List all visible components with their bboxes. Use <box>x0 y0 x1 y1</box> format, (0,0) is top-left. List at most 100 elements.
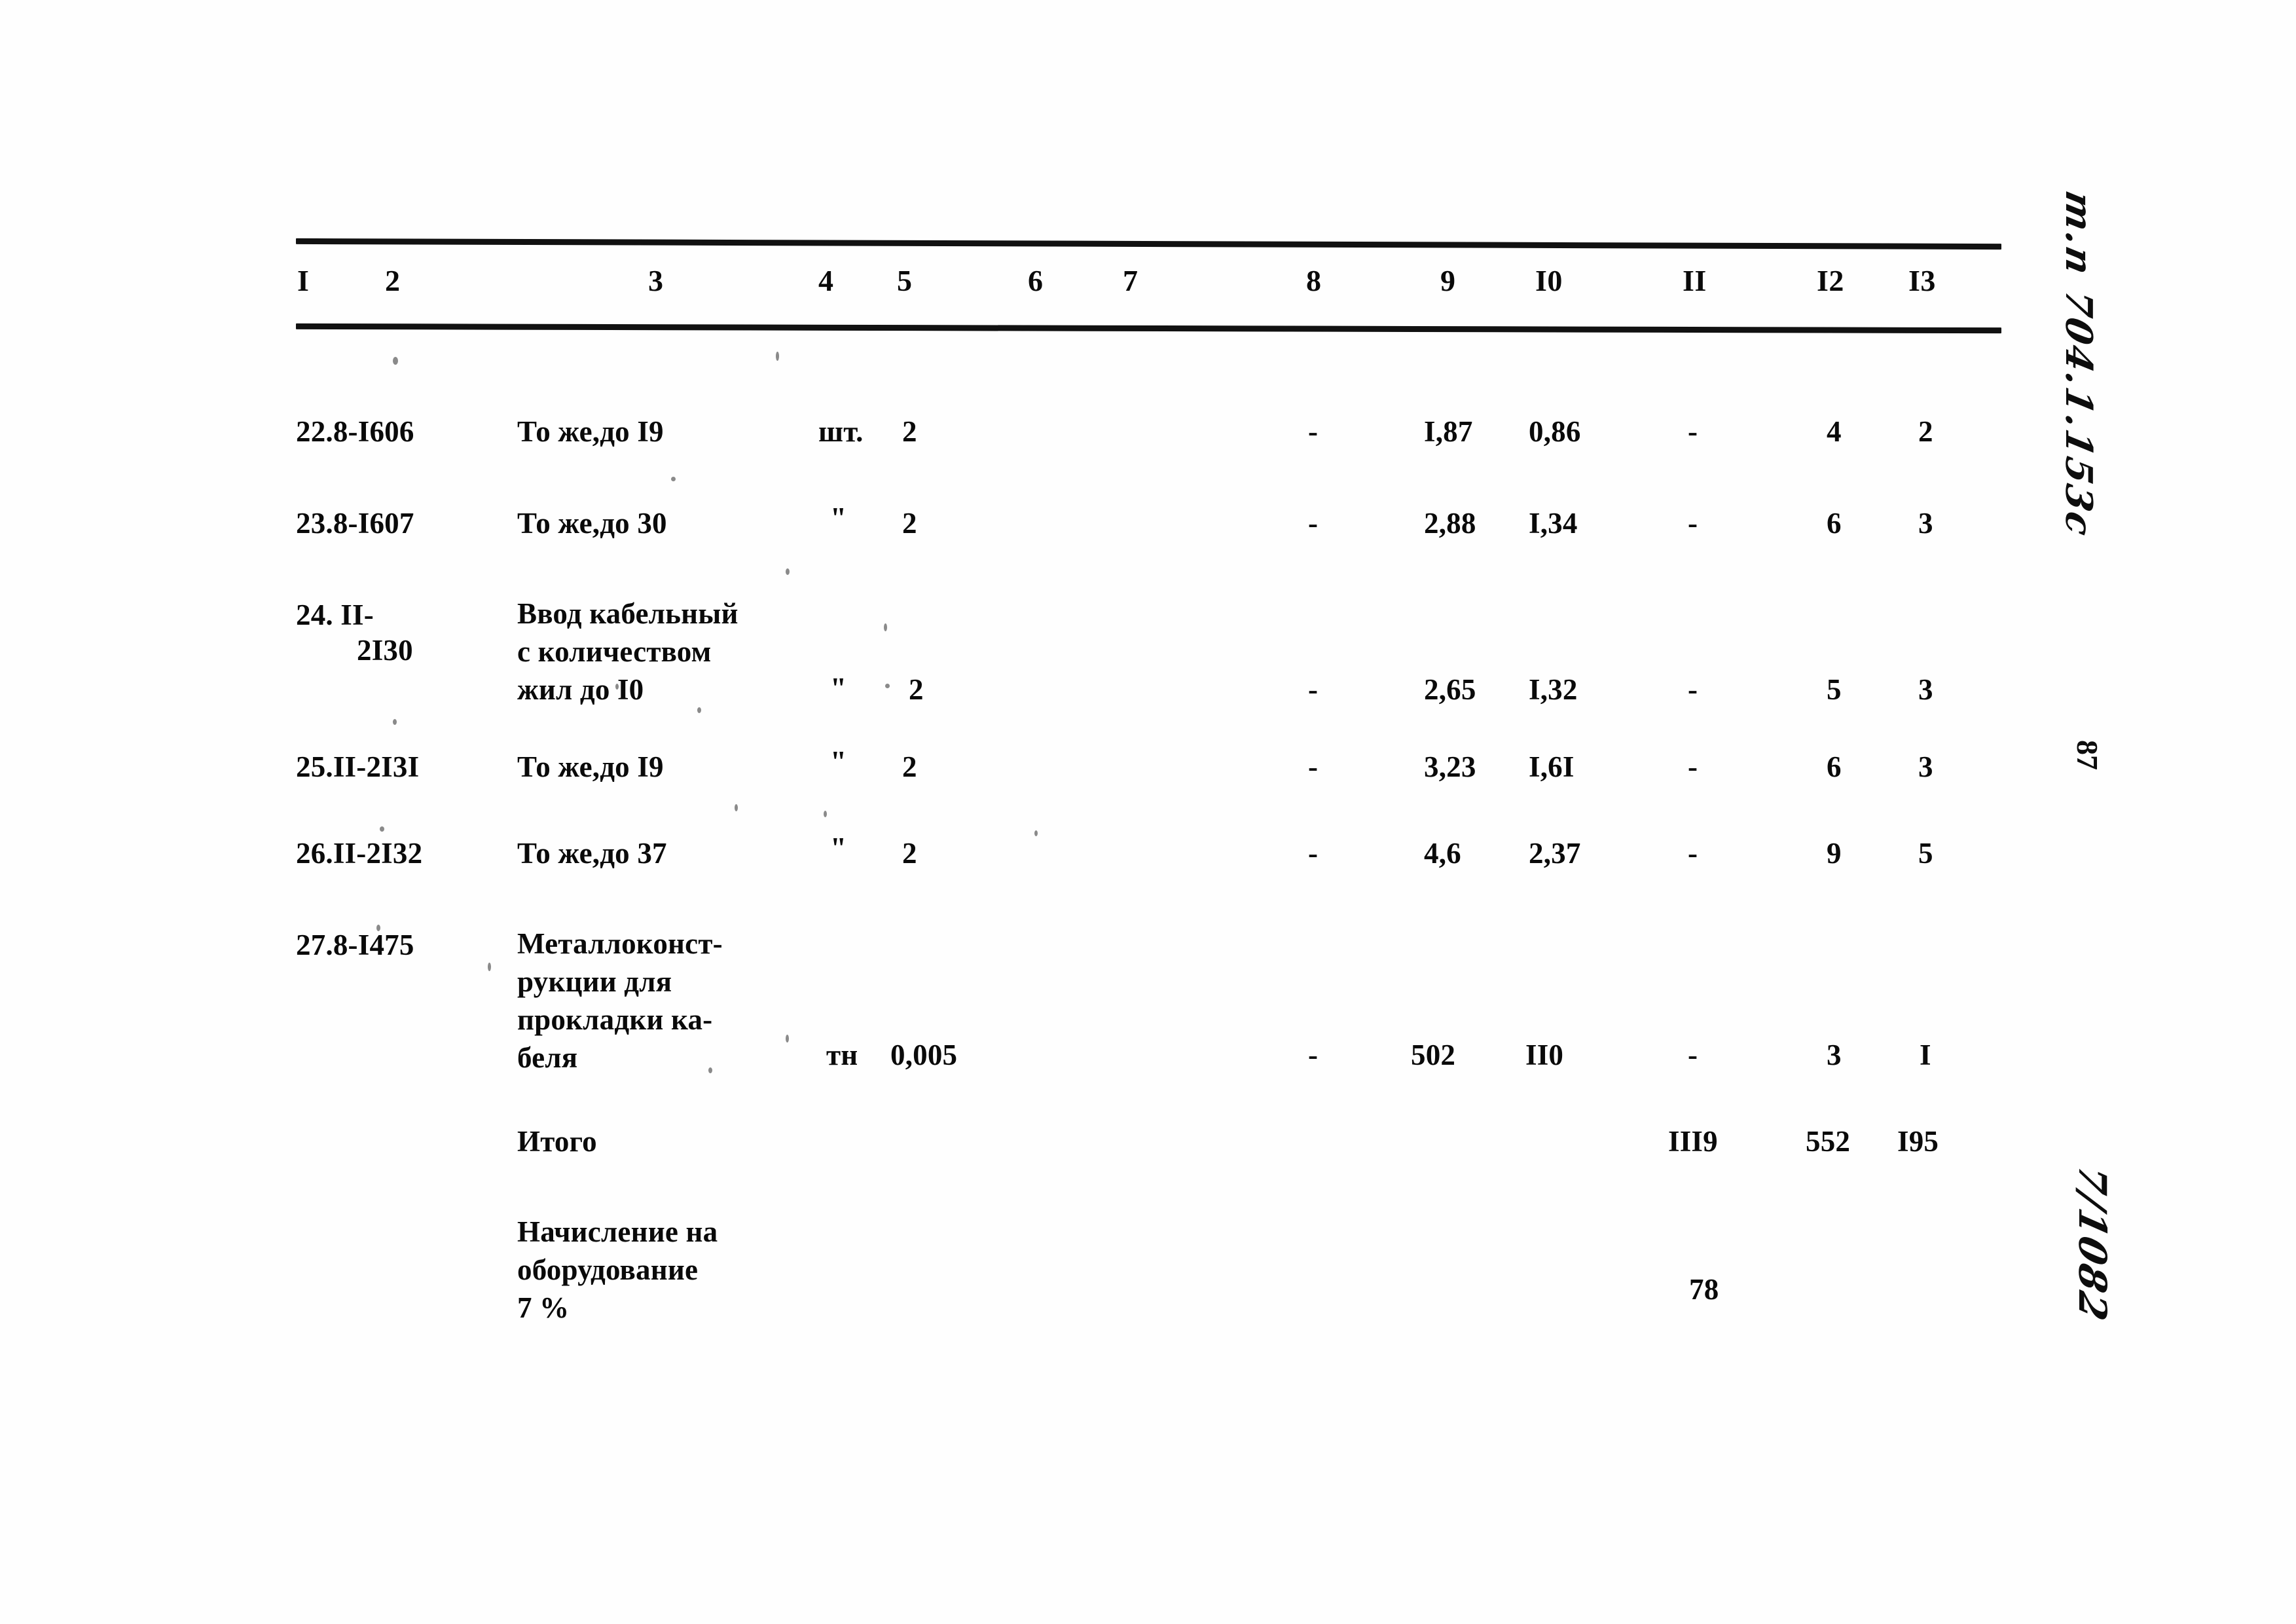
column-header-1: I <box>297 264 310 297</box>
table-row: 25.II-2I3I <box>296 750 420 783</box>
column-header-7: 7 <box>1123 264 1139 297</box>
scan-speck <box>884 623 887 631</box>
scan-speck <box>786 1035 789 1043</box>
row-description: Ввод кабельный с количеством жил до I0 <box>517 597 738 706</box>
row-col12: 3 <box>1827 1039 1842 1071</box>
row-col12: 6 <box>1827 507 1842 540</box>
row-description: То же,до I9 <box>517 415 664 448</box>
row-col9: 2,65 <box>1424 673 1476 706</box>
total-col13: I95 <box>1897 1125 1939 1158</box>
scan-speck <box>671 477 676 481</box>
row-col12: 6 <box>1827 750 1842 783</box>
row-col11: - <box>1688 1039 1698 1071</box>
column-header-9: 9 <box>1440 264 1456 297</box>
column-header-4: 4 <box>818 264 834 297</box>
row-col9: 3,23 <box>1424 750 1476 783</box>
row-unit: " <box>830 672 847 705</box>
row-col8: - <box>1308 415 1319 448</box>
row-unit: " <box>830 502 847 534</box>
scan-speck <box>708 1067 712 1073</box>
row-col11: - <box>1688 673 1698 706</box>
row-col9: 2,88 <box>1424 507 1476 540</box>
row-col10: I,32 <box>1529 673 1578 706</box>
row-code-continuation: 2I30 <box>357 634 413 667</box>
row-col10: 0,86 <box>1529 415 1581 448</box>
row-col13: 5 <box>1918 837 1933 870</box>
row-quantity: 2 <box>902 415 917 448</box>
scan-speck <box>776 352 779 361</box>
column-header-12: I2 <box>1817 264 1844 297</box>
total-col12: 552 <box>1806 1125 1851 1158</box>
scan-speck <box>786 568 790 575</box>
margin-reference-number: 7/1082 <box>2070 1161 2115 1326</box>
row-description: Металлоконст- рукции для прокладки ка- б… <box>517 927 723 1074</box>
row-quantity: 2 <box>909 673 924 706</box>
row-col13: 3 <box>1918 673 1933 706</box>
scan-speck <box>615 684 619 690</box>
row-col12: 5 <box>1827 673 1842 706</box>
row-col9: 502 <box>1411 1039 1456 1071</box>
column-header-3: 3 <box>648 264 664 297</box>
scan-speck <box>1034 830 1038 836</box>
scan-speck <box>488 963 491 971</box>
column-header-6: 6 <box>1028 264 1044 297</box>
row-description: То же,до I9 <box>517 750 664 783</box>
row-col10: I,34 <box>1529 507 1578 540</box>
row-col11: - <box>1688 750 1698 783</box>
row-description: То же,до 37 <box>517 837 667 870</box>
row-quantity: 2 <box>902 750 917 783</box>
row-col11: - <box>1688 415 1698 448</box>
row-col13: 3 <box>1918 507 1933 540</box>
column-header-10: I0 <box>1535 264 1563 297</box>
row-col10: 2,37 <box>1529 837 1581 870</box>
row-col12: 4 <box>1827 415 1842 448</box>
table-row: 24. II- <box>296 599 374 631</box>
row-unit: тн <box>826 1039 858 1071</box>
row-unit: " <box>830 745 847 778</box>
table-row: 27.8-I475 <box>296 929 414 961</box>
column-header-5: 5 <box>897 264 913 297</box>
scan-speck <box>697 707 701 713</box>
scan-speck <box>735 804 738 811</box>
row-col9: I,87 <box>1424 415 1473 448</box>
column-header-2: 2 <box>385 264 401 297</box>
column-header-8: 8 <box>1306 264 1322 297</box>
row-col13: 2 <box>1918 415 1933 448</box>
row-col8: - <box>1308 507 1319 540</box>
margin-design-code: т.п 704.1.153с <box>2057 187 2100 542</box>
row-quantity: 0,005 <box>890 1039 958 1071</box>
page-number: 87 <box>2071 740 2104 770</box>
row-col8: - <box>1308 750 1319 783</box>
row-unit: " <box>830 832 847 864</box>
row-col9: 4,6 <box>1424 837 1461 870</box>
scan-speck <box>393 719 397 725</box>
surcharge-value: 78 <box>1689 1273 1719 1306</box>
table-row: 26.II-2I32 <box>296 837 423 870</box>
column-header-11: II <box>1683 264 1707 297</box>
row-description: То же,до 30 <box>517 507 667 540</box>
row-col8: - <box>1308 837 1319 870</box>
row-quantity: 2 <box>902 837 917 870</box>
total-row-label: Итого <box>517 1125 597 1158</box>
row-col13: I <box>1920 1039 1931 1071</box>
row-col8: - <box>1308 673 1319 706</box>
row-col10: II0 <box>1525 1039 1564 1071</box>
row-quantity: 2 <box>902 507 917 540</box>
table-row: 22.8-I606 <box>296 415 414 448</box>
row-col10: I,6I <box>1529 750 1575 783</box>
row-col11: - <box>1688 837 1698 870</box>
scanned-document-page: I 2 3 4 5 6 7 8 9 I0 II I2 I3 22.8-I606 … <box>0 0 2296 1624</box>
column-header-13: I3 <box>1908 264 1936 297</box>
row-col12: 9 <box>1827 837 1842 870</box>
table-row: 23.8-I607 <box>296 507 414 540</box>
row-col13: 3 <box>1918 750 1933 783</box>
scan-speck <box>393 357 398 365</box>
scan-speck <box>824 811 827 817</box>
scan-speck <box>380 826 384 832</box>
total-col11: III9 <box>1668 1125 1718 1158</box>
table-header-bottom-rule <box>295 323 2002 334</box>
scan-speck <box>885 684 890 688</box>
table-top-rule <box>295 238 2002 250</box>
row-col11: - <box>1688 507 1698 540</box>
row-unit: шт. <box>818 415 864 448</box>
